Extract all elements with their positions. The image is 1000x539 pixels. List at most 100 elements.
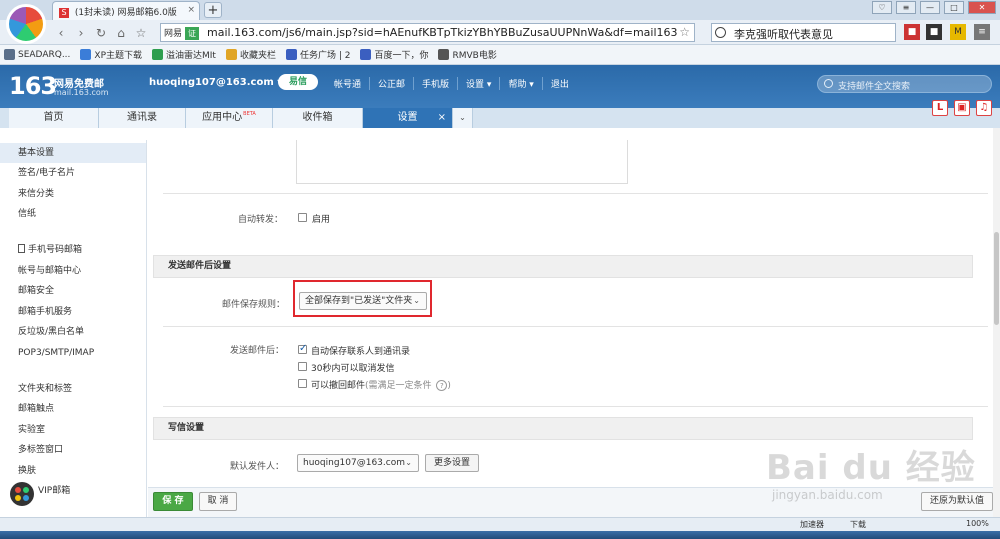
refresh-icon[interactable]: ↻ [94, 26, 108, 40]
sidebar-item-label: 手机号码邮箱 [28, 245, 83, 255]
bookmark-item[interactable]: 收藏夹栏 [225, 48, 276, 61]
sidebar-item-skin[interactable]: 换肤 [0, 461, 146, 481]
bookmark-item[interactable]: SEADARQ... [4, 49, 70, 60]
browser-search-box[interactable]: 李克强听取代表意见 [711, 23, 896, 42]
auto-forward-checkbox[interactable] [298, 213, 307, 222]
undo-send-option[interactable]: 30秒内可以取消发信 [311, 361, 394, 374]
link-help[interactable]: 帮助 ▾ [499, 77, 541, 90]
save-button[interactable]: 保 存 [153, 492, 193, 511]
bookmark-item[interactable]: 百度一下，你 [360, 48, 428, 61]
star-outline-icon[interactable]: ☆ [134, 26, 148, 40]
app-grid-icon[interactable] [10, 482, 34, 506]
auto-save-contacts-option[interactable]: 自动保存联系人到通讯录 [311, 344, 410, 357]
browser-tab[interactable]: S (1封未读) 网易邮箱6.0版 × [52, 1, 200, 20]
link-logout[interactable]: 退出 [541, 77, 577, 90]
skin-icon[interactable]: ♡ [872, 1, 892, 14]
default-sender-select[interactable]: huoqing107@163.com ⌄ [297, 454, 419, 472]
music-icon[interactable]: ♫ [976, 100, 992, 116]
accelerator-button[interactable]: 加速器 [800, 519, 824, 530]
site-name: 网易 [164, 29, 183, 39]
sidebar-item-multitab[interactable]: 多标签窗口 [0, 440, 146, 460]
sidebar-item-stationery[interactable]: 信纸 [0, 204, 146, 224]
bookmark-label: XP主题下载 [94, 51, 142, 61]
extension-icon[interactable]: ■ [926, 24, 942, 40]
extension-icon[interactable]: ≡ [974, 24, 990, 40]
sidebar-item-mobile-service[interactable]: 邮箱手机服务 [0, 302, 146, 322]
default-sender-label: 默认发件人： [230, 462, 285, 472]
tab-app-center[interactable]: 应用中心BETA [186, 108, 273, 128]
sidebar-item-phone-mailbox[interactable]: 手机号码邮箱 [0, 240, 146, 260]
tab-home[interactable]: 首页 [9, 108, 99, 128]
tab-settings-label: 设置 [397, 112, 418, 123]
browser-logo-icon[interactable] [6, 4, 46, 44]
url-text[interactable]: mail.163.com/js6/main.jsp?sid=hAEnufKBTp… [207, 26, 678, 39]
close-window-button[interactable]: ✕ [968, 1, 996, 14]
bookmark-item[interactable]: XP主题下载 [80, 48, 142, 61]
chevron-down-icon: ⌄ [405, 458, 412, 467]
bookmark-item[interactable]: 任务广场 | 2 [285, 48, 350, 61]
logo-163[interactable]: 163 [9, 72, 57, 100]
beta-badge: BETA [243, 111, 256, 117]
scrollbar[interactable] [993, 128, 1000, 517]
scroll-thumb[interactable] [994, 232, 999, 325]
auto-forward-option[interactable]: 启用 [312, 212, 330, 225]
more-settings-button[interactable]: 更多设置 [425, 454, 479, 472]
auto-save-contacts-checkbox[interactable] [298, 343, 307, 354]
home-icon[interactable]: ⌂ [114, 26, 128, 40]
help-icon[interactable]: ? [436, 380, 448, 391]
mail-search-input[interactable]: 支持邮件全文搜索 [817, 75, 992, 93]
forward-icon[interactable]: › [74, 26, 88, 40]
bookmark-icon [152, 49, 163, 60]
sidebar-item-basic[interactable]: 基本设置 [0, 143, 146, 163]
sidebar-item-antispam[interactable]: 反垃圾/黑白名单 [0, 322, 146, 342]
link-account[interactable]: 帐号通 [326, 77, 369, 90]
extension-icon[interactable]: ■ [904, 24, 920, 40]
tab-close-icon[interactable]: × [187, 5, 195, 15]
search-query[interactable]: 李克强听取代表意见 [734, 26, 833, 42]
sidebar-item-pop3[interactable]: POP3/SMTP/IMAP [0, 343, 146, 363]
yixin-button[interactable]: 易信 [278, 74, 318, 90]
save-rule-label: 邮件保存规则： [222, 300, 286, 310]
recall-option[interactable]: 可以撤回邮件(需满足一定条件 ?) [311, 378, 451, 391]
tab-close-icon[interactable]: × [438, 108, 446, 128]
new-tab-button[interactable]: + [204, 2, 222, 18]
menu-icon[interactable]: ≡ [896, 1, 916, 14]
minimize-button[interactable]: — [920, 1, 940, 14]
link-mobile[interactable]: 手机版 [413, 77, 457, 90]
bookmark-item[interactable]: 溢油雷达MIt [152, 48, 216, 61]
download-button[interactable]: 下载 [850, 519, 866, 530]
link-settings[interactable]: 设置 ▾ [457, 77, 499, 90]
logo-domain: mail.163.com [54, 88, 109, 97]
search-engine-icon[interactable] [715, 27, 726, 38]
settings-sidebar: 基本设置 签名/电子名片 来信分类 信纸 手机号码邮箱 帐号与邮箱中心 邮箱安全… [0, 140, 147, 517]
recall-option-label: 可以撤回邮件 [311, 381, 366, 391]
bookmark-item[interactable]: RMVB电影 [438, 48, 497, 61]
account-menu[interactable]: huoqing107@163.com ▾ [149, 77, 282, 88]
tab-settings[interactable]: 设置 × [363, 108, 453, 128]
tab-inbox[interactable]: 收件箱 [273, 108, 363, 128]
bookmark-star-icon[interactable]: ☆ [679, 25, 690, 39]
cancel-button[interactable]: 取 消 [199, 492, 237, 511]
sidebar-item-lab[interactable]: 实验室 [0, 420, 146, 440]
verified-badge-icon: 证 [185, 27, 200, 40]
tab-contacts[interactable]: 通讯录 [99, 108, 186, 128]
extension-icon[interactable]: M [950, 24, 966, 40]
browser-status-bar: 加速器 下载 100% [0, 517, 1000, 531]
lofter-icon[interactable]: L [932, 100, 948, 116]
sidebar-item-folders[interactable]: 文件夹和标签 [0, 379, 146, 399]
reset-default-button[interactable]: 还原为默认值 [921, 492, 993, 511]
back-icon[interactable]: ‹ [54, 26, 68, 40]
sidebar-item-touchpoint[interactable]: 邮箱触点 [0, 399, 146, 419]
sidebar-item-account-center[interactable]: 帐号与邮箱中心 [0, 261, 146, 281]
zoom-level[interactable]: 100% [966, 519, 989, 528]
link-notary-mail[interactable]: 公正邮 [369, 77, 413, 90]
tabs-more-icon[interactable]: ⌄ [453, 108, 473, 128]
maximize-button[interactable]: □ [944, 1, 964, 14]
undo-send-checkbox[interactable] [298, 362, 307, 371]
address-bar[interactable]: 网易证 mail.163.com/js6/main.jsp?sid=hAEnuf… [160, 23, 695, 42]
sidebar-item-filters[interactable]: 来信分类 [0, 184, 146, 204]
recall-checkbox[interactable] [298, 379, 307, 388]
reader-icon[interactable]: ▣ [954, 100, 970, 116]
sidebar-item-security[interactable]: 邮箱安全 [0, 281, 146, 301]
sidebar-item-signature[interactable]: 签名/电子名片 [0, 163, 146, 183]
